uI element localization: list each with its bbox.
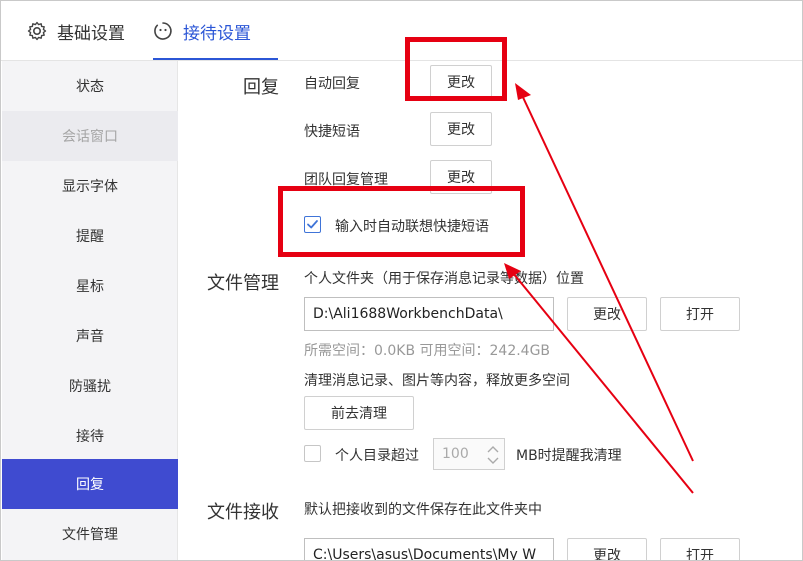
dir-exceed-suffix: MB时提醒我清理 bbox=[516, 448, 622, 464]
sidebar-item-label: 状态 bbox=[76, 79, 104, 95]
personal-folder-open-button[interactable]: 打开 bbox=[660, 297, 740, 331]
section-title-file-management: 文件管理 bbox=[207, 273, 279, 294]
annotation-box-auto-reply bbox=[405, 37, 507, 101]
personal-folder-path-input[interactable]: D:\Ali1688WorkbenchData\ bbox=[304, 297, 554, 331]
personal-folder-label: 个人文件夹（用于保存消息记录等数据）位置 bbox=[304, 271, 584, 287]
sidebar-item-label: 防骚扰 bbox=[69, 379, 111, 395]
sidebar: 状态 会话窗口 显示字体 提醒 星标 声音 防骚扰 接待 回复 文件管理 bbox=[2, 61, 178, 560]
dir-exceed-checkbox[interactable] bbox=[304, 445, 321, 462]
cleanup-description: 清理消息记录、图片等内容，释放更多空间 bbox=[304, 373, 570, 389]
stepper-arrows-icon bbox=[487, 446, 499, 464]
sidebar-item-anti-harassment[interactable]: 防骚扰 bbox=[2, 361, 178, 411]
file-receive-path-input[interactable]: C:\Users\asus\Documents\My W bbox=[304, 538, 554, 560]
quick-phrase-change-button[interactable]: 更改 bbox=[430, 112, 492, 146]
active-tab-indicator bbox=[153, 58, 278, 60]
gear-icon bbox=[27, 21, 47, 41]
space-info-text: 所需空间：0.0KB 可用空间：242.4GB bbox=[304, 343, 551, 359]
sidebar-item-label: 文件管理 bbox=[62, 527, 118, 543]
dir-size-value: 100 bbox=[442, 446, 469, 462]
sidebar-item-label: 回复 bbox=[76, 477, 104, 493]
sidebar-item-label: 显示字体 bbox=[62, 179, 118, 195]
sidebar-item-label: 会话窗口 bbox=[62, 129, 118, 145]
tab-basic-settings[interactable]: 基础设置 bbox=[27, 1, 125, 61]
reception-face-icon bbox=[153, 21, 173, 41]
tab-label: 接待设置 bbox=[183, 23, 251, 44]
sidebar-item-label: 接待 bbox=[76, 429, 104, 445]
sidebar-item-status[interactable]: 状态 bbox=[2, 61, 178, 111]
tab-reception-settings[interactable]: 接待设置 bbox=[153, 1, 251, 61]
settings-window: 基础设置 接待设置 状态 会话窗口 显示字体 提醒 星标 声音 防骚扰 接待 回… bbox=[0, 0, 803, 561]
settings-content: 回复 自动回复 更改 快捷短语 更改 团队回复管理 更改 输入时自动联想快捷短语… bbox=[179, 61, 802, 560]
quick-phrase-label: 快捷短语 bbox=[304, 124, 360, 140]
dir-exceed-label: 个人目录超过 bbox=[335, 448, 419, 464]
sidebar-item-sound[interactable]: 声音 bbox=[2, 311, 178, 361]
file-receive-description: 默认把接收到的文件保存在此文件夹中 bbox=[304, 502, 542, 518]
sidebar-item-star[interactable]: 星标 bbox=[2, 261, 178, 311]
section-title-reply: 回复 bbox=[243, 77, 279, 98]
sidebar-item-chat-window[interactable]: 会话窗口 bbox=[2, 111, 178, 161]
sidebar-item-label: 星标 bbox=[76, 279, 104, 295]
sidebar-item-reply[interactable]: 回复 bbox=[2, 459, 178, 509]
section-title-file-receive: 文件接收 bbox=[207, 502, 279, 523]
top-tab-bar: 基础设置 接待设置 bbox=[1, 1, 802, 61]
sidebar-item-display-font[interactable]: 显示字体 bbox=[2, 161, 178, 211]
file-receive-change-button[interactable]: 更改 bbox=[567, 538, 647, 560]
sidebar-item-file-management[interactable]: 文件管理 bbox=[2, 509, 178, 559]
sidebar-item-label: 提醒 bbox=[76, 229, 104, 245]
dir-size-stepper[interactable]: 100 bbox=[433, 438, 505, 470]
annotation-box-auto-suggest bbox=[278, 186, 525, 257]
tab-label: 基础设置 bbox=[57, 23, 125, 44]
go-cleanup-button[interactable]: 前去清理 bbox=[304, 396, 414, 430]
sidebar-item-reception[interactable]: 接待 bbox=[2, 411, 178, 461]
sidebar-item-label: 声音 bbox=[76, 329, 104, 345]
sidebar-item-reminder[interactable]: 提醒 bbox=[2, 211, 178, 261]
personal-folder-change-button[interactable]: 更改 bbox=[567, 297, 647, 331]
auto-reply-label: 自动回复 bbox=[304, 76, 360, 92]
file-receive-open-button[interactable]: 打开 bbox=[660, 538, 740, 560]
